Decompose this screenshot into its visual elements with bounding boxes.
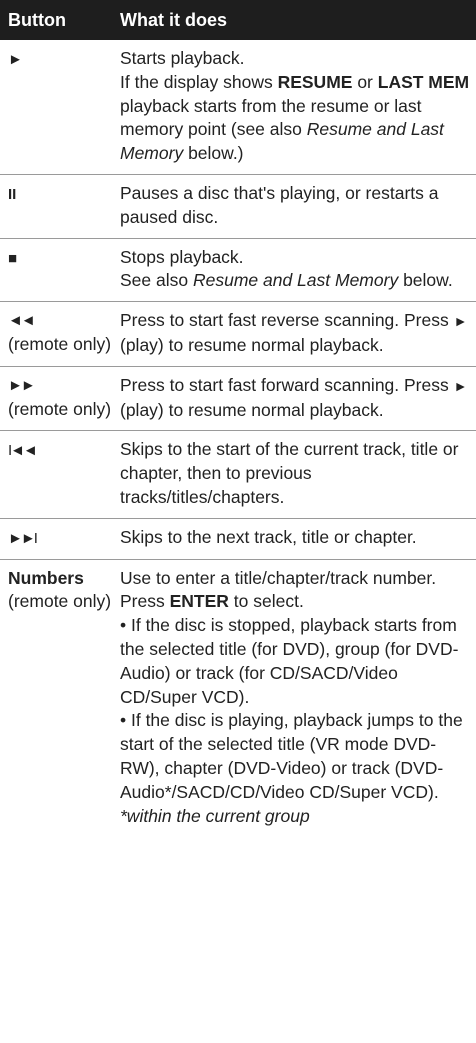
table-row-next: ►►I Skips to the next track, title or ch…: [0, 518, 476, 560]
rewind-icon: ◄◄: [8, 312, 36, 330]
remote-only-note: (remote only): [8, 591, 112, 612]
numbers-button-label: Numbers: [8, 567, 84, 588]
description-cell: Starts playback. If the display shows RE…: [112, 40, 476, 175]
footnote: *within the current group: [120, 805, 310, 826]
description-text: Pauses a disc that's playing, or restart…: [120, 182, 439, 227]
description-text: Skips to the next track, title or chapte…: [120, 526, 417, 547]
skip-previous-icon: I◄◄: [8, 442, 38, 460]
fast-forward-icon: ►►: [8, 376, 36, 394]
button-cell: ■: [0, 238, 112, 303]
description-cell: Pauses a disc that's playing, or restart…: [112, 174, 476, 239]
skip-next-icon: ►►I: [8, 529, 38, 547]
table-row-fast-reverse: ◄◄ (remote only) Press to start fast rev…: [0, 301, 476, 367]
button-cell: II: [0, 174, 112, 239]
description-bullet: • If the disc is stopped, playback start…: [120, 615, 459, 707]
button-cell: ◄◄ (remote only): [0, 301, 112, 367]
description-text: Press to start fast forward scanning. Pr…: [120, 374, 467, 420]
table-row-play: ► Starts playback. If the display shows …: [0, 40, 476, 175]
pause-icon: II: [8, 185, 17, 203]
description-text: See also Resume and Last Memory below.: [120, 270, 453, 291]
button-cell: ►►I: [0, 518, 112, 560]
description-text: Starts playback.: [120, 48, 245, 68]
play-icon: ►: [8, 51, 23, 68]
header-what-it-does: What it does: [112, 0, 476, 40]
description-cell: Stops playback. See also Resume and Last…: [112, 238, 476, 303]
table-header-row: Button What it does: [0, 0, 476, 40]
button-table: Button What it does ► Starts playback. I…: [0, 0, 476, 836]
description-text: Stops playback.: [120, 246, 244, 267]
header-button: Button: [0, 0, 112, 40]
remote-only-note: (remote only): [8, 333, 112, 354]
description-bullet: • If the disc is playing, playback jumps…: [120, 710, 463, 802]
remote-only-note: (remote only): [8, 398, 112, 419]
description-cell: Use to enter a title/chapter/track numbe…: [112, 559, 476, 836]
table-row-fast-forward: ►► (remote only) Press to start fast for…: [0, 366, 476, 432]
table-row-stop: ■ Stops playback. See also Resume and La…: [0, 238, 476, 303]
button-cell: ►: [0, 40, 112, 175]
description-cell: Skips to the next track, title or chapte…: [112, 518, 476, 560]
table-row-numbers: Numbers (remote only) Use to enter a tit…: [0, 559, 476, 836]
description-text: Press to start fast reverse scanning. Pr…: [120, 310, 467, 355]
description-cell: Skips to the start of the current track,…: [112, 430, 476, 519]
description-text: If the display shows RESUME or LAST MEM …: [120, 71, 470, 164]
description-text: Use to enter a title/chapter/track numbe…: [120, 567, 437, 612]
stop-icon: ■: [8, 249, 17, 267]
table-row-pause: II Pauses a disc that's playing, or rest…: [0, 174, 476, 239]
description-text: Skips to the start of the current track,…: [120, 439, 459, 507]
description-cell: Press to start fast forward scanning. Pr…: [112, 366, 476, 432]
button-cell: I◄◄: [0, 430, 112, 519]
table-row-previous: I◄◄ Skips to the start of the current tr…: [0, 430, 476, 519]
button-cell: Numbers (remote only): [0, 559, 112, 836]
description-cell: Press to start fast reverse scanning. Pr…: [112, 301, 476, 367]
button-cell: ►► (remote only): [0, 366, 112, 432]
